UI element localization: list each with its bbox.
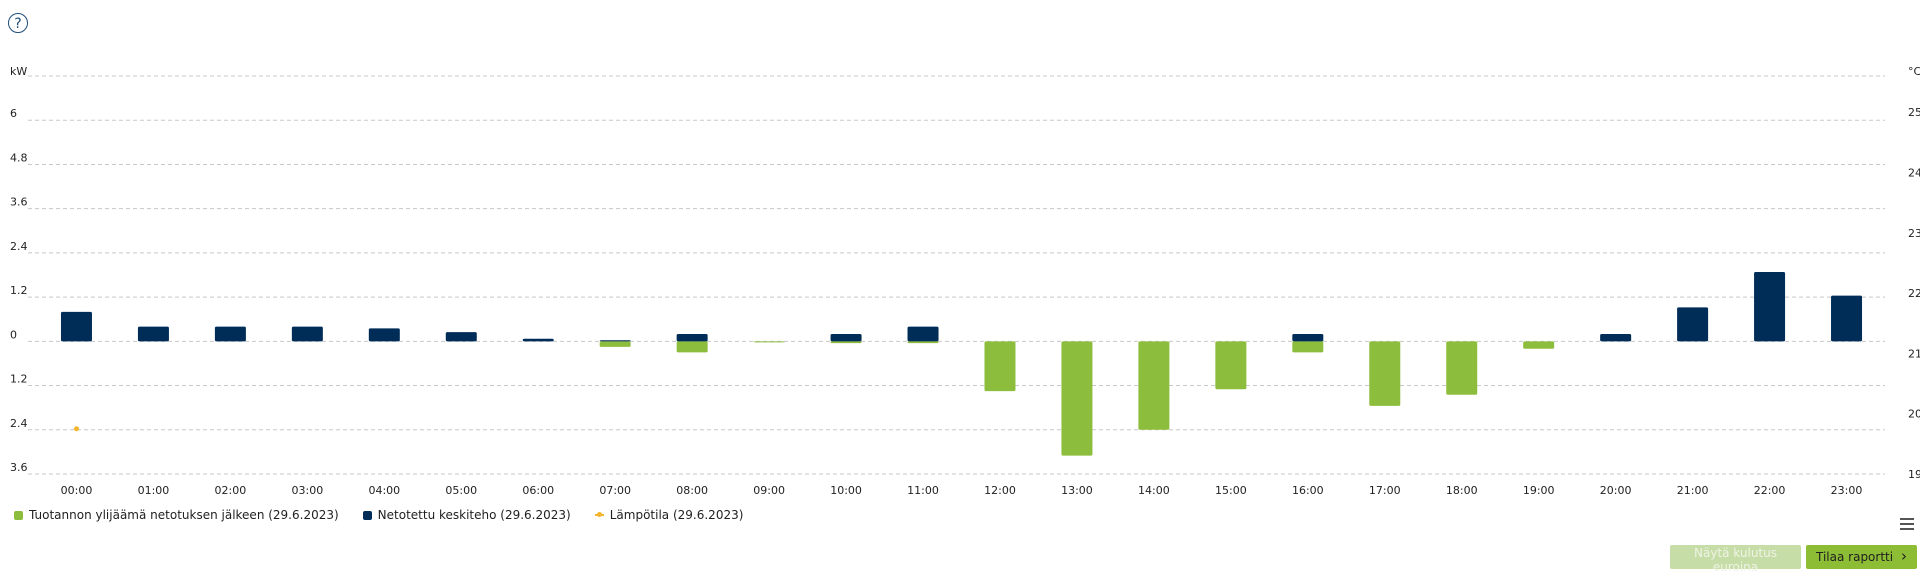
x-axis-tick: 20:00 <box>1600 484 1632 497</box>
netted-bar <box>1600 333 1632 342</box>
production-bar <box>599 341 631 347</box>
legend-swatch-temperature <box>594 512 604 517</box>
netted-bar <box>214 326 246 342</box>
show-costs-button[interactable]: Näytä kulutus euroina <box>1670 545 1801 574</box>
left-axis-unit: kW <box>10 65 27 78</box>
netted-bar <box>676 333 708 342</box>
legend-item-netted[interactable]: Netotettu keskiteho (29.6.2023) <box>362 508 571 522</box>
netted-bar <box>1754 272 1786 342</box>
left-axis: kW 6 4.8 3.6 2.4 1.2 0 1.2 2.4 3.6 <box>10 65 28 474</box>
production-bar <box>1292 341 1324 353</box>
x-axis-tick: 07:00 <box>599 484 631 497</box>
netted-bar <box>137 326 169 342</box>
x-axis-tick: 19:00 <box>1523 484 1555 497</box>
left-axis-tick: 2.4 <box>10 240 28 253</box>
order-report-label: Tilaa raportti <box>1816 550 1894 564</box>
right-axis-unit: °C <box>1908 65 1920 78</box>
left-axis-tick: 0 <box>10 328 17 341</box>
grid-lines <box>28 75 1885 475</box>
x-axis-tick: 11:00 <box>907 484 939 497</box>
legend: Tuotannon ylijäämä netotuksen jälkeen (2… <box>14 508 743 522</box>
x-axis-tick: 12:00 <box>984 484 1016 497</box>
x-axis-tick: 08:00 <box>676 484 708 497</box>
x-axis-tick: 15:00 <box>1215 484 1247 497</box>
x-axis-tick: 22:00 <box>1754 484 1786 497</box>
x-axis-tick: 00:00 <box>61 484 93 497</box>
right-axis-tick: 25 <box>1908 106 1920 119</box>
left-axis-tick: 2.4 <box>10 417 28 430</box>
left-axis-tick: 3.6 <box>10 196 28 209</box>
legend-item-temperature[interactable]: Lämpötila (29.6.2023) <box>594 508 744 522</box>
netted-bar <box>1831 295 1863 342</box>
x-axis-tick: 03:00 <box>292 484 324 497</box>
x-axis-tick: 14:00 <box>1138 484 1170 497</box>
left-axis-tick: 6 <box>10 107 17 120</box>
right-axis-tick: 23 <box>1908 227 1920 240</box>
x-axis-tick: 21:00 <box>1677 484 1709 497</box>
x-axis-tick: 17:00 <box>1369 484 1401 497</box>
left-axis-tick: 1.2 <box>10 284 28 297</box>
legend-swatch-netted <box>362 510 372 520</box>
x-axis-tick: 05:00 <box>445 484 477 497</box>
netted-bar <box>445 332 477 342</box>
production-bar <box>1215 341 1247 390</box>
temperature-series <box>73 426 79 432</box>
hamburger-menu-icon[interactable] <box>1900 518 1914 533</box>
x-axis: 00:00 01:00 02:00 03:00 04:00 05:00 06:00 07:00… <box>61 484 1863 497</box>
bars <box>60 272 1863 456</box>
x-axis-tick: 23:00 <box>1831 484 1863 497</box>
production-bar <box>753 341 785 343</box>
netted-bar <box>1677 307 1709 342</box>
netted-bar <box>907 326 939 342</box>
netted-bar <box>522 338 554 342</box>
netted-bar <box>599 340 631 342</box>
right-axis-tick: 19 <box>1908 468 1920 481</box>
x-axis-tick: 16:00 <box>1292 484 1324 497</box>
order-report-button[interactable]: Tilaa raportti › <box>1806 545 1917 569</box>
production-bar <box>1061 341 1093 456</box>
netted-bar <box>368 328 400 342</box>
legend-label: Tuotannon ylijäämä netotuksen jälkeen (2… <box>29 508 339 522</box>
x-axis-tick: 10:00 <box>830 484 862 497</box>
production-bar <box>907 341 939 344</box>
netted-bar <box>291 326 323 342</box>
production-bar <box>1523 341 1555 349</box>
left-axis-tick: 3.6 <box>10 461 28 474</box>
right-axis-tick: 21 <box>1908 347 1920 360</box>
x-axis-tick: 01:00 <box>138 484 170 497</box>
production-bar <box>984 341 1016 392</box>
right-axis: °C 25 24 23 22 21 20 19 <box>1908 65 1920 481</box>
legend-swatch-production <box>14 510 23 520</box>
left-axis-tick: 1.2 <box>10 373 28 386</box>
production-bar <box>830 341 862 344</box>
x-axis-tick: 09:00 <box>753 484 785 497</box>
chevron-right-icon: › <box>1901 547 1907 565</box>
power-chart: kW 6 4.8 3.6 2.4 1.2 0 1.2 2.4 3.6 °C 25 24 23 22 21 20… <box>10 65 1920 497</box>
production-bar <box>1446 341 1478 395</box>
production-bar <box>1138 341 1170 430</box>
production-bar <box>676 341 708 353</box>
x-axis-tick: 04:00 <box>368 484 400 497</box>
netted-bar <box>60 311 92 342</box>
x-axis-tick: 18:00 <box>1446 484 1478 497</box>
right-axis-tick: 24 <box>1908 166 1920 179</box>
x-axis-tick: 06:00 <box>522 484 554 497</box>
production-bar <box>1369 341 1401 406</box>
netted-bar <box>1292 333 1324 342</box>
left-axis-tick: 4.8 <box>10 151 28 164</box>
x-axis-tick: 13:00 <box>1061 484 1093 497</box>
x-axis-tick: 02:00 <box>215 484 247 497</box>
netted-bar <box>830 333 862 342</box>
legend-label: Lämpötila (29.6.2023) <box>609 508 744 522</box>
legend-item-production[interactable]: Tuotannon ylijäämä netotuksen jälkeen (2… <box>14 508 339 522</box>
temperature-point <box>73 426 79 432</box>
right-axis-tick: 22 <box>1908 287 1920 300</box>
right-axis-tick: 20 <box>1908 408 1920 421</box>
legend-label: Netotettu keskiteho (29.6.2023) <box>377 508 571 522</box>
